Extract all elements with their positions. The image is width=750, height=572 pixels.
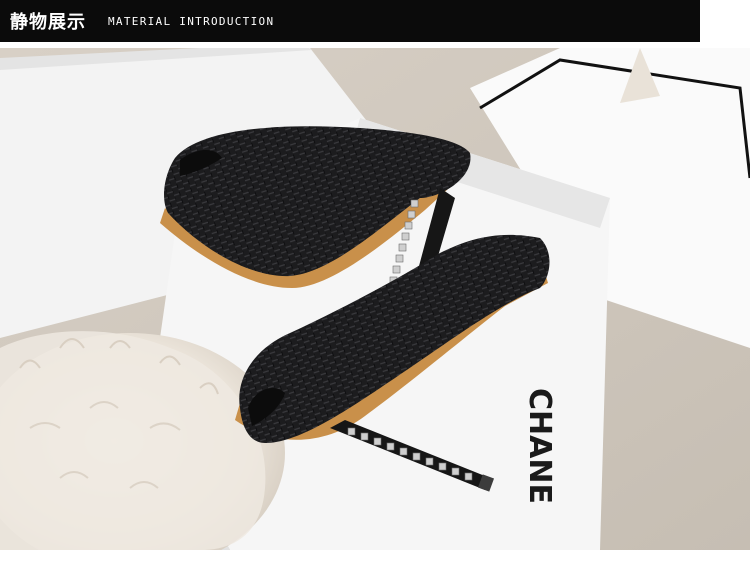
box-print-text: CHANE bbox=[522, 388, 557, 504]
product-photo: CHANE bbox=[0, 48, 750, 550]
section-header-bar: 静物展示 MATERIAL INTRODUCTION bbox=[0, 0, 700, 42]
section-subtitle: MATERIAL INTRODUCTION bbox=[108, 14, 275, 28]
product-detail-page: 静物展示 MATERIAL INTRODUCTION CHANE bbox=[0, 0, 750, 572]
section-title: 静物展示 bbox=[10, 12, 86, 33]
still-life-illustration: CHANE bbox=[0, 48, 750, 550]
